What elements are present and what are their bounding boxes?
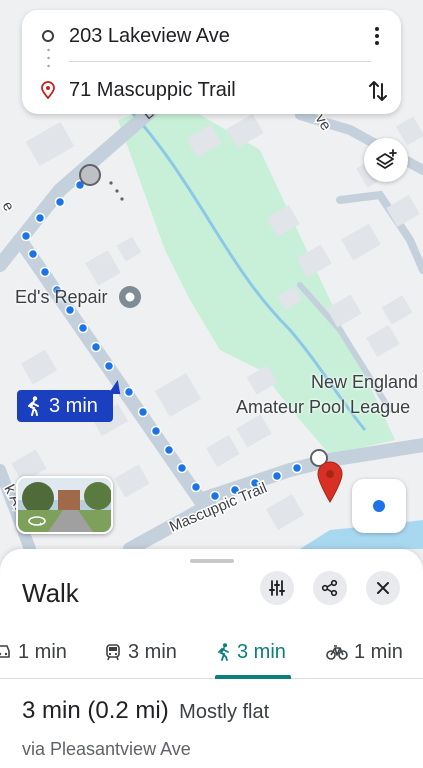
tune-icon	[269, 580, 285, 596]
bike-icon	[326, 644, 348, 660]
share-icon	[321, 579, 338, 597]
my-location-button[interactable]	[352, 479, 406, 533]
directions-sheet: Walk 1 min 3 min 3 min 1 min 3 min (0.2 …	[0, 549, 423, 768]
destination-pin-small-icon	[40, 81, 56, 104]
active-tab-indicator	[215, 675, 291, 679]
walk-time-badge[interactable]: 3 min	[17, 390, 113, 422]
tab-transit[interactable]: 3 min	[104, 637, 177, 667]
tab-drive[interactable]: 1 min	[0, 637, 67, 667]
street-view-thumbnail[interactable]	[16, 476, 113, 534]
more-options-button[interactable]	[365, 24, 389, 48]
my-location-icon	[373, 500, 385, 512]
swap-vert-icon	[369, 81, 387, 101]
origin-circle-icon	[42, 30, 54, 42]
origin-marker	[79, 164, 101, 186]
card-divider	[69, 61, 371, 62]
tab-bike[interactable]: 1 min	[326, 637, 403, 667]
directions-card: 203 Lakeview Ave 71 Mascuppic Trail	[22, 10, 401, 114]
tab-walk-label: 3 min	[237, 640, 286, 663]
travel-mode-tabs: 1 min 3 min 3 min 1 min	[0, 629, 423, 679]
tab-bike-label: 1 min	[354, 640, 403, 663]
poi-label-pool-league-line2[interactable]: Amateur Pool League	[236, 397, 410, 418]
route-via: via Pleasantview Ave	[22, 739, 191, 759]
swap-button[interactable]	[365, 78, 391, 104]
train-icon	[104, 643, 122, 661]
sheet-drag-handle[interactable]	[190, 559, 234, 563]
street-view-360-icon	[28, 516, 46, 526]
more-vert-icon	[375, 27, 379, 45]
share-button[interactable]	[313, 571, 347, 605]
tab-walk[interactable]: 3 min	[217, 637, 286, 667]
poi-label-pool-league-line1[interactable]: New England	[311, 372, 418, 393]
car-icon	[0, 644, 12, 660]
origin-row[interactable]: 203 Lakeview Ave	[22, 16, 401, 56]
tab-drive-label: 1 min	[18, 640, 67, 663]
destination-text[interactable]: 71 Mascuppic Trail	[69, 79, 236, 102]
origin-text[interactable]: 203 Lakeview Ave	[69, 25, 230, 48]
destination-row[interactable]: 71 Mascuppic Trail	[22, 70, 401, 110]
route-terrain: Mostly flat	[179, 701, 270, 723]
tab-transit-label: 3 min	[128, 640, 177, 663]
route-options-button[interactable]	[260, 571, 294, 605]
route-summary: 3 min (0.2 mi) Mostly flat	[22, 697, 269, 727]
route-connector-dots	[47, 48, 50, 68]
walk-badge-text: 3 min	[49, 395, 98, 417]
route-duration-distance: 3 min (0.2 mi)	[22, 697, 169, 724]
walk-icon	[217, 643, 231, 661]
poi-label-eds-repair[interactable]: Ed's Repair	[15, 287, 107, 308]
layers-add-icon	[376, 149, 397, 169]
layers-button[interactable]	[364, 138, 408, 182]
walk-icon	[27, 396, 41, 421]
close-icon	[377, 582, 389, 594]
poi-marker-icon	[119, 286, 141, 308]
sheet-title: Walk	[22, 578, 79, 608]
close-button[interactable]	[366, 571, 400, 605]
